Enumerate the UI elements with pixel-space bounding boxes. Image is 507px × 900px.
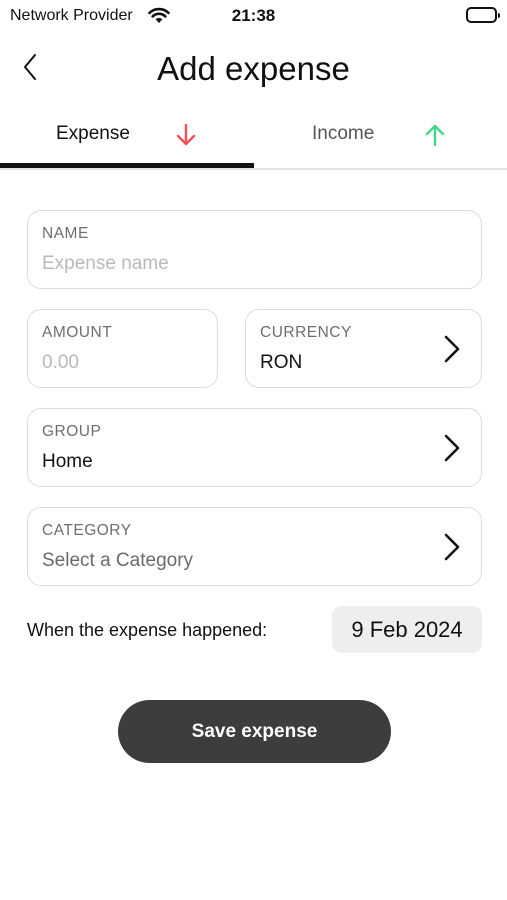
type-tabs: Expense Income	[0, 108, 507, 170]
category-value: Select a Category	[42, 550, 194, 571]
amount-field-label: AMOUNT	[42, 324, 113, 341]
name-field[interactable]: NAME	[27, 210, 482, 289]
status-bar: Network Provider 21:38	[0, 0, 507, 34]
chevron-right-icon	[443, 532, 461, 562]
group-selector[interactable]: GROUP Home	[27, 408, 482, 487]
currency-selector[interactable]: CURRENCY RON	[245, 309, 482, 388]
battery-icon	[466, 7, 500, 23]
group-value: Home	[42, 451, 93, 472]
page-title: Add expense	[157, 50, 350, 87]
arrow-down-icon	[175, 122, 197, 148]
save-expense-label: Save expense	[191, 720, 318, 742]
tab-selected-indicator	[0, 163, 254, 168]
tab-expense-label: Expense	[56, 123, 130, 144]
chevron-right-icon	[443, 334, 461, 364]
group-field-label: GROUP	[42, 423, 102, 440]
save-expense-button[interactable]: Save expense	[118, 700, 391, 763]
amount-field[interactable]: AMOUNT	[27, 309, 218, 388]
amount-input[interactable]	[42, 350, 203, 376]
chevron-right-icon	[443, 433, 461, 463]
nav-bar: Add expense	[0, 40, 507, 100]
status-time: 21:38	[231, 6, 276, 25]
date-value: 9 Feb 2024	[351, 616, 463, 642]
currency-value: RON	[260, 352, 303, 373]
name-field-label: NAME	[42, 225, 89, 242]
date-picker-button[interactable]: 9 Feb 2024	[332, 606, 482, 653]
tab-income[interactable]: Income	[254, 108, 507, 170]
category-field-label: CATEGORY	[42, 522, 132, 539]
arrow-up-icon	[424, 122, 446, 148]
category-selector[interactable]: CATEGORY Select a Category	[27, 507, 482, 586]
date-label: When the expense happened:	[27, 620, 268, 640]
tab-expense[interactable]: Expense	[0, 108, 254, 170]
name-input[interactable]	[42, 251, 467, 277]
tab-income-label: Income	[312, 123, 375, 144]
currency-field-label: CURRENCY	[260, 324, 352, 341]
